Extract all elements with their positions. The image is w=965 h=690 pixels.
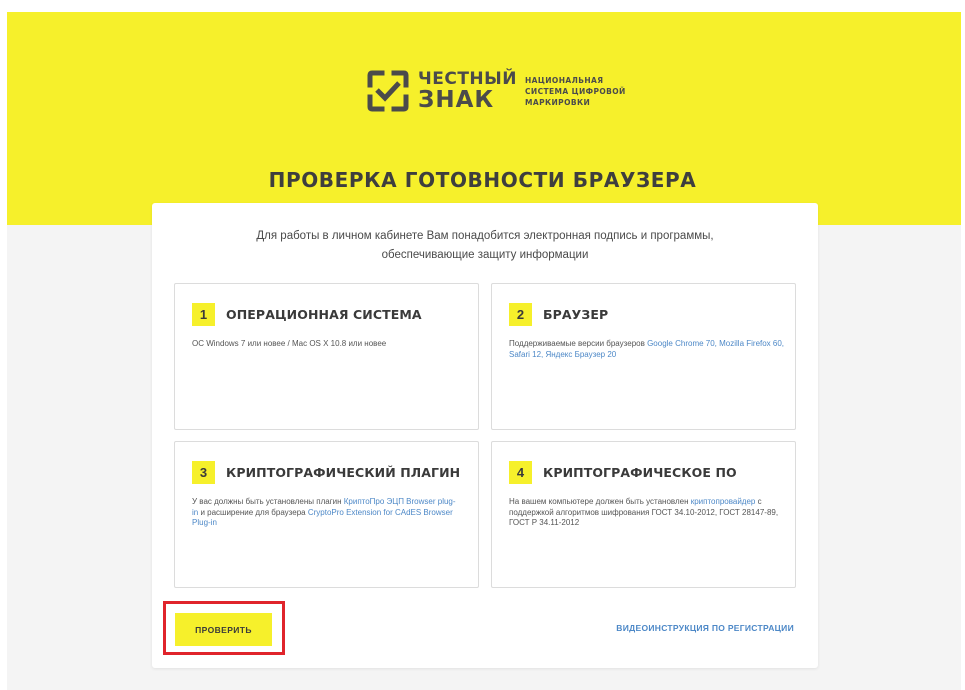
chestny-znak-logo: ЧЕСТНЫЙ ЗНАК НАЦИОНАЛЬНАЯ СИСТЕМА ЦИФРОВ…	[366, 67, 626, 115]
requirement-text: и расширение для браузера	[198, 507, 308, 517]
requirement-browser: 2 БРАУЗЕР Поддерживаемые версии браузеро…	[491, 283, 796, 430]
requirement-os: 1 ОПЕРАЦИОННАЯ СИСТЕМА ОС Windows 7 или …	[174, 283, 479, 430]
requirement-title: КРИПТОГРАФИЧЕСКОЕ ПО	[543, 465, 737, 480]
requirement-number-badge: 1	[192, 303, 215, 326]
requirement-number-badge: 2	[509, 303, 532, 326]
requirement-text: На вашем компьютере должен быть установл…	[509, 497, 691, 506]
page-title: ПРОВЕРКА ГОТОВНОСТИ БРАУЗЕРА	[268, 168, 697, 192]
requirement-header: 1 ОПЕРАЦИОННАЯ СИСТЕМА	[192, 303, 422, 326]
requirement-header: 4 КРИПТОГРАФИЧЕСКОЕ ПО	[509, 461, 737, 484]
intro-line: Для работы в личном кабинете Вам понадоб…	[256, 230, 714, 242]
logo-tagline-line: НАЦИОНАЛЬНАЯ	[525, 75, 604, 85]
requirement-title: КРИПТОГРАФИЧЕСКИЙ ПЛАГИН	[226, 465, 461, 480]
highlight-frame	[163, 601, 285, 655]
logo-tagline-line: СИСТЕМА ЦИФРОВОЙ	[525, 86, 626, 96]
requirement-number-badge: 4	[509, 461, 532, 484]
crypto-provider-link[interactable]: криптопровайдер	[691, 497, 756, 506]
logo-wordmark: ЧЕСТНЫЙ ЗНАК	[418, 68, 517, 113]
logo-word-chestny: ЧЕСТНЫЙ	[418, 68, 517, 89]
requirement-description: Поддерживаемые версии браузеров Google C…	[509, 339, 789, 360]
requirement-text: ОС Windows 7 или новее / Mac OS X 10.8 и…	[192, 339, 387, 348]
requirement-crypto-plugin: 3 КРИПТОГРАФИЧЕСКИЙ ПЛАГИН У вас должны …	[174, 441, 479, 588]
requirement-header: 2 БРАУЗЕР	[509, 303, 608, 326]
requirement-title: ОПЕРАЦИОННАЯ СИСТЕМА	[226, 307, 422, 322]
requirement-description: ОС Windows 7 или новее / Mac OS X 10.8 и…	[192, 339, 472, 350]
requirement-description: У вас должны быть установлены плагин Кри…	[192, 497, 460, 529]
logo-tagline: НАЦИОНАЛЬНАЯ СИСТЕМА ЦИФРОВОЙ МАРКИРОВКИ	[525, 75, 626, 108]
requirement-crypto-software: 4 КРИПТОГРАФИЧЕСКОЕ ПО На вашем компьюте…	[491, 441, 796, 588]
requirement-title: БРАУЗЕР	[543, 307, 609, 322]
browser-check-card: Для работы в личном кабинете Вам понадоб…	[152, 203, 818, 668]
intro-line: обеспечивающие защиту информации	[381, 249, 589, 261]
requirement-description: На вашем компьютере должен быть установл…	[509, 497, 781, 529]
logo-word-znak: ЗНАК	[418, 86, 495, 113]
logo-tagline-line: МАРКИРОВКИ	[525, 97, 591, 107]
requirement-text: Поддерживаемые версии браузеров	[509, 339, 648, 348]
requirement-header: 3 КРИПТОГРАФИЧЕСКИЙ ПЛАГИН	[192, 461, 460, 484]
intro-text: Для работы в личном кабинете Вам понадоб…	[152, 227, 818, 265]
video-instruction-link[interactable]: ВИДЕОИНСТРУКЦИЯ ПО РЕГИСТРАЦИИ	[616, 623, 794, 633]
hero-banner	[7, 12, 961, 225]
requirement-number-badge: 3	[192, 461, 215, 484]
logo-check-icon	[367, 70, 409, 112]
requirement-text: У вас должны быть установлены плагин	[192, 497, 344, 506]
